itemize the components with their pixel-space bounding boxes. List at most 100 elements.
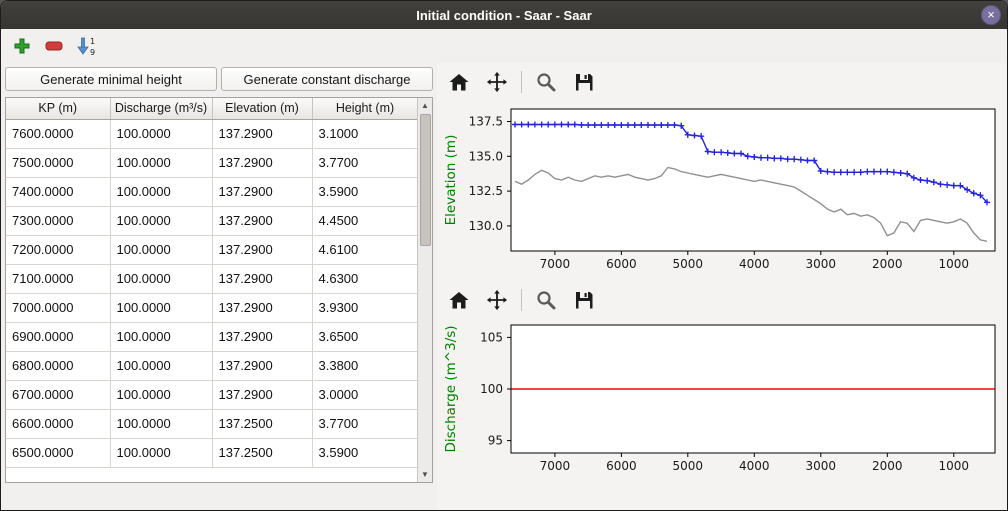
table-cell[interactable]: 100.0000 bbox=[110, 351, 212, 380]
table-cell[interactable]: 137.2900 bbox=[212, 264, 312, 293]
table-cell[interactable]: 7600.0000 bbox=[6, 119, 110, 148]
table-cell[interactable]: 137.2900 bbox=[212, 177, 312, 206]
svg-text:130.0: 130.0 bbox=[469, 219, 503, 233]
home-button-2[interactable] bbox=[445, 286, 473, 314]
sort-button[interactable]: 1 9 bbox=[73, 33, 99, 59]
table-cell[interactable]: 100.0000 bbox=[110, 438, 212, 467]
discharge-chart[interactable]: 700060005000400030002000100095100105Disc… bbox=[439, 317, 1003, 485]
column-header[interactable]: Height (m) bbox=[312, 98, 417, 119]
table-cell[interactable]: 7200.0000 bbox=[6, 235, 110, 264]
table-cell[interactable]: 100.0000 bbox=[110, 119, 212, 148]
close-button[interactable]: × bbox=[981, 5, 1001, 25]
remove-icon bbox=[44, 36, 64, 56]
table-cell[interactable]: 100.0000 bbox=[110, 264, 212, 293]
table-cell[interactable]: 100.0000 bbox=[110, 206, 212, 235]
sort-icon: 1 9 bbox=[76, 36, 96, 56]
generate-minimal-height-button[interactable]: Generate minimal height bbox=[5, 67, 217, 91]
scroll-up-icon[interactable]: ▲ bbox=[418, 98, 433, 113]
remove-row-button[interactable] bbox=[41, 33, 67, 59]
svg-text:5000: 5000 bbox=[673, 257, 704, 271]
svg-text:135.0: 135.0 bbox=[469, 149, 503, 163]
zoom-button-2[interactable] bbox=[532, 286, 560, 314]
generate-constant-discharge-button[interactable]: Generate constant discharge bbox=[221, 67, 433, 91]
vertical-scrollbar[interactable]: ▲ ▼ bbox=[417, 98, 432, 482]
add-row-button[interactable] bbox=[9, 33, 35, 59]
scroll-down-icon[interactable]: ▼ bbox=[418, 467, 433, 482]
table-cell[interactable]: 7000.0000 bbox=[6, 293, 110, 322]
elevation-plot-toolbar bbox=[439, 65, 1007, 99]
table-cell[interactable]: 4.6100 bbox=[312, 235, 417, 264]
table-cell[interactable]: 4.4500 bbox=[312, 206, 417, 235]
svg-text:6000: 6000 bbox=[606, 459, 637, 473]
titlebar[interactable]: Initial condition - Saar - Saar × bbox=[1, 1, 1007, 29]
table-row: 6800.0000100.0000137.29003.3800 bbox=[6, 351, 417, 380]
svg-text:132.5: 132.5 bbox=[469, 184, 503, 198]
table-cell[interactable]: 7400.0000 bbox=[6, 177, 110, 206]
pan-button[interactable] bbox=[483, 68, 511, 96]
svg-text:3000: 3000 bbox=[806, 257, 837, 271]
save-button-2[interactable] bbox=[570, 286, 598, 314]
sort-icon-top-digit: 1 bbox=[90, 37, 95, 46]
table-cell[interactable]: 100.0000 bbox=[110, 148, 212, 177]
table-cell[interactable]: 3.3800 bbox=[312, 351, 417, 380]
svg-text:3000: 3000 bbox=[806, 459, 837, 473]
table-cell[interactable]: 6500.0000 bbox=[6, 438, 110, 467]
table-cell[interactable]: 137.2900 bbox=[212, 235, 312, 264]
save-icon bbox=[573, 71, 595, 93]
table-cell[interactable]: 3.1000 bbox=[312, 119, 417, 148]
table-cell[interactable]: 6900.0000 bbox=[6, 322, 110, 351]
pan-button-2[interactable] bbox=[483, 286, 511, 314]
save-button[interactable] bbox=[570, 68, 598, 96]
table-cell[interactable]: 7300.0000 bbox=[6, 206, 110, 235]
table-cell[interactable]: 137.2900 bbox=[212, 322, 312, 351]
table-cell[interactable]: 3.5900 bbox=[312, 177, 417, 206]
table-cell[interactable]: 137.2500 bbox=[212, 409, 312, 438]
table-cell[interactable]: 3.7700 bbox=[312, 409, 417, 438]
table-row: 7200.0000100.0000137.29004.6100 bbox=[6, 235, 417, 264]
table-row: 7500.0000100.0000137.29003.7700 bbox=[6, 148, 417, 177]
save-icon bbox=[573, 289, 595, 311]
table-cell[interactable]: 137.2900 bbox=[212, 293, 312, 322]
column-header[interactable]: KP (m) bbox=[6, 98, 110, 119]
table-cell[interactable]: 137.2900 bbox=[212, 148, 312, 177]
table-cell[interactable]: 3.5900 bbox=[312, 438, 417, 467]
svg-text:7000: 7000 bbox=[540, 459, 571, 473]
table-cell[interactable]: 3.7700 bbox=[312, 148, 417, 177]
table-cell[interactable]: 6700.0000 bbox=[6, 380, 110, 409]
table-row: 7400.0000100.0000137.29003.5900 bbox=[6, 177, 417, 206]
scrollbar-thumb[interactable] bbox=[420, 114, 431, 246]
table-cell[interactable]: 137.2900 bbox=[212, 351, 312, 380]
table-cell[interactable]: 100.0000 bbox=[110, 177, 212, 206]
table-cell[interactable]: 7500.0000 bbox=[6, 148, 110, 177]
elevation-chart[interactable]: 7000600050004000300020001000130.0132.513… bbox=[439, 99, 1003, 283]
table-cell[interactable]: 137.2900 bbox=[212, 206, 312, 235]
table-cell[interactable]: 3.6500 bbox=[312, 322, 417, 351]
table-cell[interactable]: 6600.0000 bbox=[6, 409, 110, 438]
column-header[interactable]: Elevation (m) bbox=[212, 98, 312, 119]
table-cell[interactable]: 100.0000 bbox=[110, 380, 212, 409]
table-cell[interactable]: 100.0000 bbox=[110, 409, 212, 438]
column-header[interactable]: Discharge (m³/s) bbox=[110, 98, 212, 119]
zoom-icon bbox=[535, 289, 557, 311]
home-button[interactable] bbox=[445, 68, 473, 96]
table-cell[interactable]: 6800.0000 bbox=[6, 351, 110, 380]
content: Generate minimal height Generate constan… bbox=[1, 63, 1007, 510]
table-cell[interactable]: 137.2900 bbox=[212, 119, 312, 148]
toolbar-separator bbox=[521, 289, 522, 311]
table-cell[interactable]: 100.0000 bbox=[110, 235, 212, 264]
table-cell[interactable]: 100.0000 bbox=[110, 322, 212, 351]
table-cell[interactable]: 3.9300 bbox=[312, 293, 417, 322]
main-toolbar: 1 9 bbox=[1, 29, 1007, 63]
table-row: 6900.0000100.0000137.29003.6500 bbox=[6, 322, 417, 351]
left-panel: Generate minimal height Generate constan… bbox=[1, 63, 437, 510]
table-cell[interactable]: 7100.0000 bbox=[6, 264, 110, 293]
table-cell[interactable]: 137.2500 bbox=[212, 438, 312, 467]
zoom-button[interactable] bbox=[532, 68, 560, 96]
table-cell[interactable]: 4.6300 bbox=[312, 264, 417, 293]
svg-text:2000: 2000 bbox=[872, 459, 903, 473]
table-cell[interactable]: 137.2900 bbox=[212, 380, 312, 409]
table-cell[interactable]: 100.0000 bbox=[110, 293, 212, 322]
table-cell[interactable]: 3.0000 bbox=[312, 380, 417, 409]
table-row: 6700.0000100.0000137.29003.0000 bbox=[6, 380, 417, 409]
table-area: KP (m)Discharge (m³/s)Elevation (m)Heigh… bbox=[6, 98, 417, 482]
